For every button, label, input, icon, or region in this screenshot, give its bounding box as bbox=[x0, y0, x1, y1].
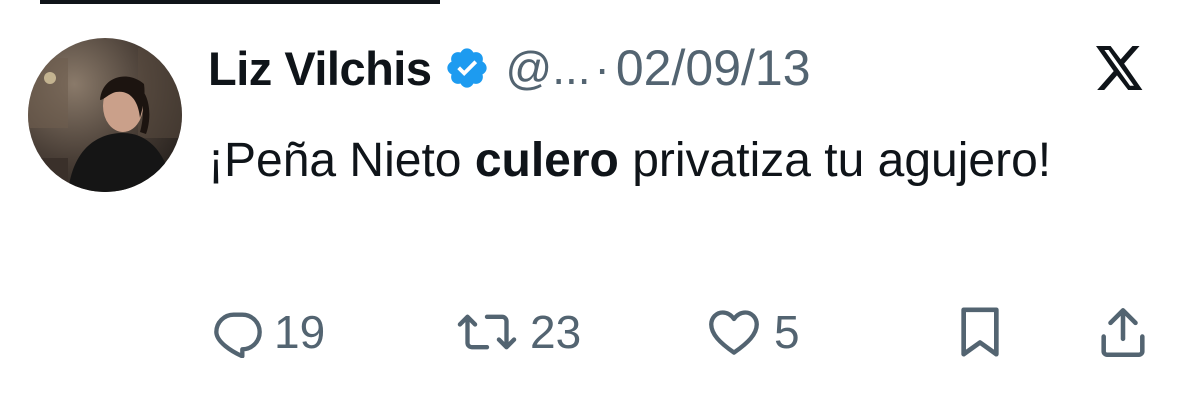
retweet-count: 23 bbox=[530, 306, 582, 358]
reply-count: 19 bbox=[274, 306, 326, 358]
like-count: 5 bbox=[774, 306, 800, 358]
x-logo-icon[interactable] bbox=[1096, 46, 1144, 90]
bookmark-button[interactable] bbox=[956, 300, 1004, 364]
like-button[interactable]: 5 bbox=[704, 300, 800, 364]
author-handle[interactable]: @... bbox=[506, 41, 591, 95]
bookmark-icon bbox=[956, 304, 1004, 360]
verified-badge-icon bbox=[444, 45, 490, 91]
author-name[interactable]: Liz Vilchis bbox=[208, 41, 432, 96]
reply-button[interactable]: 19 bbox=[212, 300, 325, 364]
retweet-button[interactable]: 23 bbox=[454, 300, 581, 364]
tweet-text-bold: culero bbox=[474, 134, 619, 187]
tweet-card[interactable]: Liz Vilchis @... · 02/09/13 ¡Peña Nieto … bbox=[0, 0, 1179, 400]
avatar[interactable] bbox=[28, 38, 182, 192]
like-icon bbox=[704, 306, 764, 358]
tweet-text-part: privatiza tu agujero! bbox=[618, 134, 1052, 187]
tweet-header: Liz Vilchis @... · 02/09/13 bbox=[208, 36, 811, 100]
share-icon bbox=[1098, 304, 1148, 360]
tweet-text-part: ¡Peña Nieto bbox=[208, 134, 475, 187]
tweet-text: ¡Peña Nieto culero privatiza tu agujero! bbox=[208, 124, 1108, 198]
tweet-date[interactable]: 02/09/13 bbox=[616, 39, 811, 97]
reply-icon bbox=[212, 306, 264, 358]
retweet-icon bbox=[454, 306, 520, 358]
action-bar: 19 23 5 bbox=[0, 300, 1179, 364]
separator-dot: · bbox=[594, 42, 610, 94]
share-button[interactable] bbox=[1098, 300, 1148, 364]
